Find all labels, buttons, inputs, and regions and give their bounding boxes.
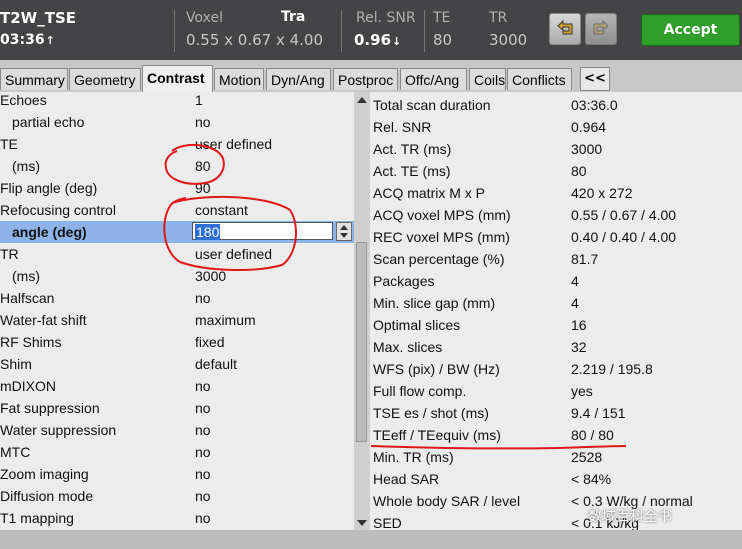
annotation-underline-teeff (370, 445, 627, 450)
red-annotations (163, 143, 627, 450)
annotation-circle-refocusing (163, 195, 297, 271)
annotation-circle-te (164, 143, 225, 185)
